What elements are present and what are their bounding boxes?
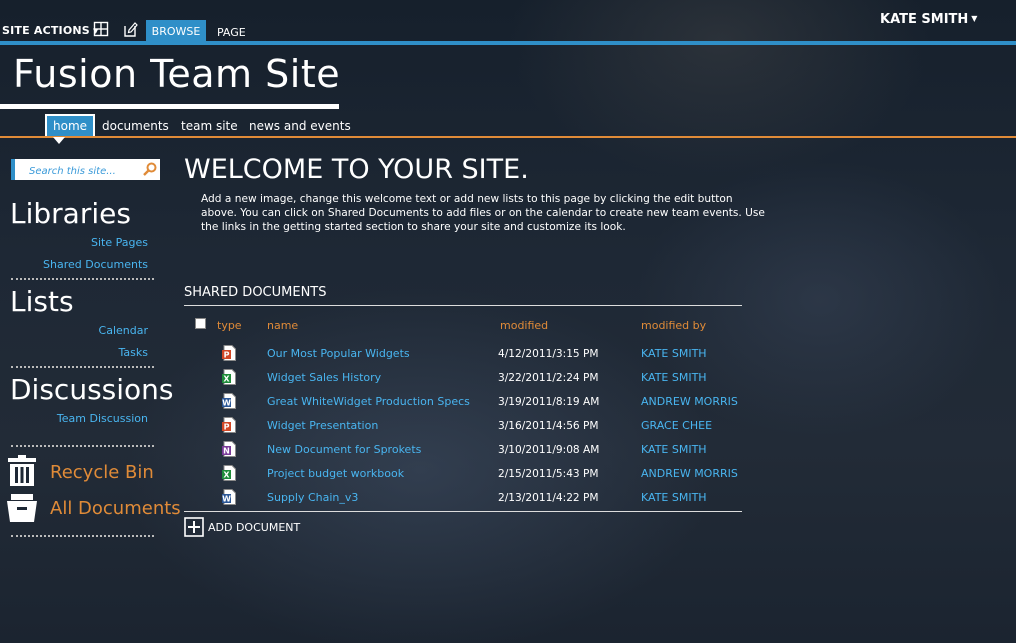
chevron-down-icon: ▼ xyxy=(971,14,978,23)
table-row[interactable]: P Our Most Popular Widgets 4/12/2011/3:15 … xyxy=(184,345,742,371)
modified-by-link[interactable]: GRACE CHEE xyxy=(641,419,712,433)
svg-text:W: W xyxy=(222,495,231,504)
svg-text:N: N xyxy=(223,447,230,456)
nav-active-pointer xyxy=(53,137,65,144)
lists-heading[interactable]: Lists xyxy=(10,285,74,318)
svg-text:W: W xyxy=(222,399,231,408)
excel-icon[interactable]: X xyxy=(222,369,236,385)
shared-documents-title[interactable]: SHARED DOCUMENTS xyxy=(184,285,327,300)
table-row[interactable]: P Widget Presentation 3/16/2011/4:56 PM GRA… xyxy=(184,417,742,443)
nav-documents[interactable]: documents xyxy=(102,114,169,138)
table-row[interactable]: X Project budget workbook 2/15/2011/5:43 P… xyxy=(184,465,742,491)
column-header-modified[interactable]: modified xyxy=(500,319,548,332)
powerpoint-icon[interactable]: P xyxy=(222,345,236,361)
column-header-modified-by[interactable]: modified by xyxy=(641,319,706,332)
ribbon: SITE ACTIONS ▼ BROWSE PAGE KATE SMITH ▼ xyxy=(0,0,1016,44)
site-title[interactable]: Fusion Team Site xyxy=(13,52,340,96)
divider xyxy=(11,278,154,280)
recycle-bin-link[interactable]: Recycle Bin xyxy=(50,462,154,483)
document-name-link[interactable]: New Document for Sprokets xyxy=(267,443,421,457)
navigate-up-icon[interactable] xyxy=(93,21,109,37)
word-icon[interactable]: W xyxy=(222,489,236,505)
excel-icon[interactable]: X xyxy=(222,465,236,481)
modified-date: 3/10/2011/9:08 AM xyxy=(498,444,600,456)
modified-by-link[interactable]: KATE SMITH xyxy=(641,491,707,505)
edit-page-icon[interactable] xyxy=(122,21,138,37)
word-icon[interactable]: W xyxy=(222,393,236,409)
table-row[interactable]: W Great WhiteWidget Production Specs 3/19/… xyxy=(184,393,742,419)
svg-text:P: P xyxy=(224,351,230,360)
modified-by-link[interactable]: ANDREW MORRIS xyxy=(641,467,738,481)
document-name-link[interactable]: Widget Sales History xyxy=(267,371,381,385)
divider xyxy=(184,305,742,306)
divider xyxy=(184,511,742,512)
ribbon-divider xyxy=(0,41,1016,45)
svg-text:P: P xyxy=(224,423,230,432)
svg-text:X: X xyxy=(223,375,230,384)
select-all-checkbox[interactable] xyxy=(195,318,206,329)
quicklaunch-shared-documents[interactable]: Shared Documents xyxy=(43,258,148,271)
nav-divider xyxy=(0,136,1016,138)
divider xyxy=(11,535,154,537)
svg-text:X: X xyxy=(223,471,230,480)
tab-page[interactable]: PAGE xyxy=(217,20,246,42)
site-actions-label: SITE ACTIONS xyxy=(2,24,90,37)
welcome-text: Add a new image, change this welcome tex… xyxy=(201,193,765,233)
search-icon[interactable] xyxy=(142,161,158,177)
discussions-heading[interactable]: Discussions xyxy=(10,373,174,406)
libraries-heading[interactable]: Libraries xyxy=(10,197,131,230)
quicklaunch-team-discussion[interactable]: Team Discussion xyxy=(57,412,148,425)
search-box xyxy=(11,159,160,181)
modified-by-link[interactable]: KATE SMITH xyxy=(641,347,707,361)
add-icon xyxy=(184,517,204,537)
modified-date: 2/13/2011/4:22 PM xyxy=(498,492,599,504)
divider xyxy=(11,445,154,447)
powerpoint-icon[interactable]: P xyxy=(222,417,236,433)
document-name-link[interactable]: Widget Presentation xyxy=(267,419,378,433)
onenote-icon[interactable]: N xyxy=(222,441,236,457)
modified-by-link[interactable]: KATE SMITH xyxy=(641,371,707,385)
modified-by-link[interactable]: KATE SMITH xyxy=(641,443,707,457)
modified-by-link[interactable]: ANDREW MORRIS xyxy=(641,395,738,409)
modified-date: 2/15/2011/5:43 PM xyxy=(498,468,599,480)
all-documents-icon[interactable] xyxy=(6,491,38,523)
tab-browse[interactable]: BROWSE xyxy=(146,20,206,42)
title-underline xyxy=(0,104,339,109)
modified-date: 3/19/2011/8:19 AM xyxy=(498,396,600,408)
page-title: WELCOME TO YOUR SITE. xyxy=(184,154,529,185)
nav-news-and-events[interactable]: news and events xyxy=(249,114,351,138)
site-actions-menu[interactable]: SITE ACTIONS ▼ xyxy=(2,24,99,37)
document-name-link[interactable]: Supply Chain_v3 xyxy=(267,491,358,505)
add-document-button[interactable]: ADD DOCUMENT xyxy=(184,517,300,537)
modified-date: 3/16/2011/4:56 PM xyxy=(498,420,599,432)
add-document-label: ADD DOCUMENT xyxy=(208,521,301,534)
modified-date: 4/12/2011/3:15 PM xyxy=(498,348,599,360)
top-navigation: home documents team site news and events xyxy=(0,114,1016,138)
quicklaunch-site-pages[interactable]: Site Pages xyxy=(91,236,148,249)
nav-team-site[interactable]: team site xyxy=(181,114,238,138)
document-name-link[interactable]: Our Most Popular Widgets xyxy=(267,347,410,361)
column-header-name[interactable]: name xyxy=(267,319,298,332)
user-name: KATE SMITH xyxy=(880,12,969,27)
document-name-link[interactable]: Project budget workbook xyxy=(267,467,404,481)
search-input[interactable] xyxy=(15,162,135,181)
table-row[interactable]: X Widget Sales History 3/22/2011/2:24 PM KA… xyxy=(184,369,742,395)
modified-date: 3/22/2011/2:24 PM xyxy=(498,372,599,384)
user-menu[interactable]: KATE SMITH ▼ xyxy=(880,12,977,27)
divider xyxy=(11,366,154,368)
table-row[interactable]: N New Document for Sprokets 3/10/2011/9:08… xyxy=(184,441,742,467)
nav-home[interactable]: home xyxy=(45,114,96,138)
quicklaunch-tasks[interactable]: Tasks xyxy=(119,346,148,359)
column-header-type[interactable]: type xyxy=(217,319,242,332)
quicklaunch-calendar[interactable]: Calendar xyxy=(99,324,148,337)
recycle-bin-icon[interactable] xyxy=(6,455,38,487)
all-documents-link[interactable]: All Documents xyxy=(50,498,181,519)
document-name-link[interactable]: Great WhiteWidget Production Specs xyxy=(267,395,470,409)
